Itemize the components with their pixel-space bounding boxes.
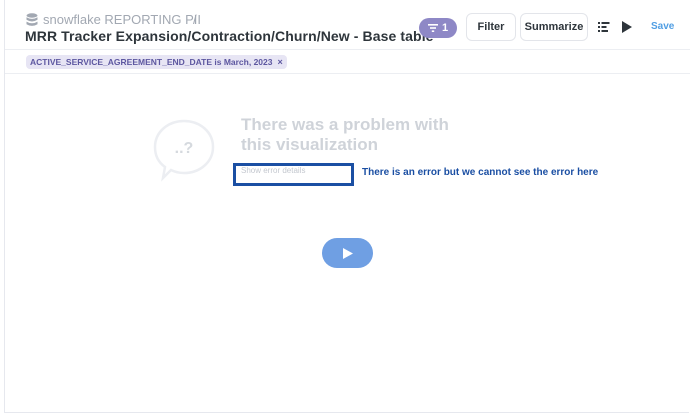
header: snowflake REPORTING PII / MRR Tracker Ex… bbox=[0, 0, 690, 50]
filter-count-badge[interactable]: 1 bbox=[419, 18, 457, 38]
filter-count: 1 bbox=[441, 22, 449, 34]
breadcrumb-separator: / bbox=[193, 12, 197, 27]
close-icon[interactable]: × bbox=[277, 57, 282, 67]
notebook-editor-icon[interactable] bbox=[598, 21, 610, 33]
question-title[interactable]: MRR Tracker Expansion/Contraction/Churn/… bbox=[25, 28, 434, 44]
save-button[interactable]: Save bbox=[651, 21, 674, 32]
filter-button[interactable]: Filter bbox=[466, 13, 516, 41]
play-icon bbox=[342, 247, 353, 259]
filter-icon bbox=[427, 24, 438, 32]
bubble-text: ..? bbox=[175, 140, 194, 157]
filter-bar-divider bbox=[5, 73, 690, 74]
annotation-highlight-box bbox=[233, 163, 354, 186]
database-icon bbox=[26, 13, 38, 26]
database-name-link[interactable]: snowflake REPORTING PII bbox=[43, 12, 201, 27]
run-button[interactable] bbox=[322, 238, 373, 268]
annotation-text: There is an error but we cannot see the … bbox=[362, 167, 599, 178]
header-divider bbox=[5, 49, 690, 50]
run-query-icon[interactable] bbox=[622, 21, 632, 33]
summarize-button[interactable]: Summarize bbox=[520, 13, 588, 41]
filter-pill[interactable]: ACTIVE_SERVICE_AGREEMENT_END_DATE is Mar… bbox=[26, 55, 287, 69]
error-title: There was a problem with this visualizat… bbox=[241, 115, 449, 154]
filter-pill-label: ACTIVE_SERVICE_AGREEMENT_END_DATE is Mar… bbox=[30, 57, 273, 67]
speech-bubble-icon: ..? bbox=[153, 119, 215, 182]
